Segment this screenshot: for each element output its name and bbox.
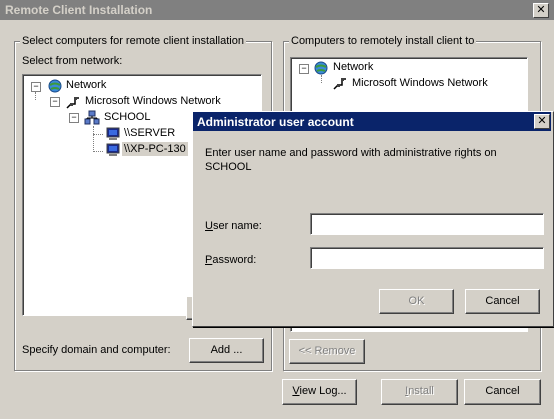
tree-item-domain[interactable]: SCHOOL: [104, 111, 150, 123]
collapse-network-icon[interactable]: −: [31, 82, 41, 92]
window-title: Remote Client Installation: [5, 3, 153, 17]
right-group-label: Computers to remotely install client to: [289, 35, 477, 47]
tree-connector: [93, 134, 103, 135]
window-close-icon[interactable]: ✕: [533, 3, 549, 18]
left-group-label: Select computers for remote client insta…: [20, 35, 246, 47]
tree-item-ms-network[interactable]: Microsoft Windows Network: [85, 95, 221, 107]
window-titlebar: Remote Client Installation ✕: [0, 0, 554, 20]
install-button[interactable]: Install: [381, 379, 458, 405]
tree-connector: [321, 75, 322, 83]
dialog-ok-button[interactable]: OK: [379, 289, 454, 314]
network-globe-icon: [313, 60, 329, 76]
tree-item-xp-pc-130[interactable]: \\XP-PC-130: [122, 142, 188, 156]
cancel-button[interactable]: Cancel: [464, 379, 541, 405]
dialog-titlebar: Administrator user account ✕: [193, 112, 551, 131]
add-button[interactable]: Add ...: [189, 338, 264, 363]
tree-item-server[interactable]: \\SERVER: [124, 127, 175, 139]
password-label: Password:: [205, 254, 257, 266]
dialog-title: Administrator user account: [197, 115, 354, 129]
tree-item-network[interactable]: Network: [66, 79, 106, 91]
collapse-ms-network-icon[interactable]: −: [50, 97, 60, 107]
tree-item-network[interactable]: Network: [333, 61, 373, 73]
password-field[interactable]: [310, 247, 544, 269]
tree-connector: [93, 126, 94, 152]
specify-domain-label: Specify domain and computer:: [22, 344, 171, 356]
select-from-network-label: Select from network:: [22, 55, 123, 67]
computer-icon: [105, 126, 121, 142]
computer-icon: [105, 142, 121, 158]
view-log-button[interactable]: View Log...: [282, 379, 357, 405]
tree-item-ms-network[interactable]: Microsoft Windows Network: [352, 77, 488, 89]
collapse-domain-icon[interactable]: −: [69, 113, 79, 123]
domain-icon: [84, 110, 100, 126]
collapse-network-icon[interactable]: −: [299, 64, 309, 74]
dialog-cancel-button[interactable]: Cancel: [465, 289, 540, 314]
dialog-close-icon[interactable]: ✕: [534, 114, 550, 129]
tree-connector: [35, 92, 36, 100]
dialog-message: Enter user name and password with admini…: [205, 147, 497, 173]
tree-connector: [93, 151, 103, 152]
remove-button[interactable]: << Remove: [289, 339, 365, 364]
ms-network-icon: [332, 75, 348, 91]
admin-account-dialog: Administrator user account ✕ Enter user …: [192, 111, 554, 327]
network-globe-icon: [47, 78, 63, 94]
username-label: User name:: [205, 220, 262, 232]
username-field[interactable]: [310, 213, 544, 235]
ms-network-icon: [65, 94, 81, 110]
